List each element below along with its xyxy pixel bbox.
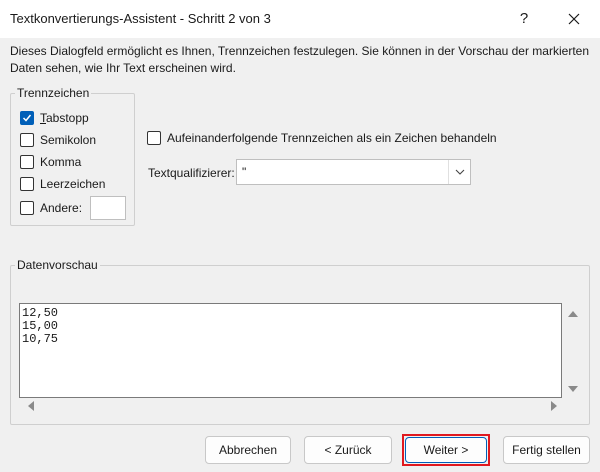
checkbox-leerzeichen[interactable]: Leerzeichen xyxy=(20,175,105,193)
checkbox-label: Leerzeichen xyxy=(40,177,106,191)
checkbox-tabstopp[interactable]: Tabstopp xyxy=(20,109,89,127)
back-button[interactable]: < Zurück xyxy=(304,436,392,464)
scroll-right-arrow-icon[interactable] xyxy=(548,400,560,412)
text-qualifier-label: Textqualifizierer: xyxy=(148,166,235,180)
checkbox-box xyxy=(20,155,34,169)
preview-line: 10,75 xyxy=(22,332,59,346)
chevron-down-icon[interactable] xyxy=(448,160,470,184)
checkbox-box xyxy=(20,133,34,147)
window-title: Textkonvertierungs-Assistent - Schritt 2… xyxy=(10,11,271,26)
scroll-left-arrow-icon[interactable] xyxy=(24,400,36,412)
checkbox-komma[interactable]: Komma xyxy=(20,153,81,171)
text-qualifier-value: " xyxy=(242,165,247,179)
checkbox-label: Semikolon xyxy=(40,133,97,147)
dialog-description: Dieses Dialogfeld ermöglicht es Ihnen, T… xyxy=(10,44,589,75)
checkbox-label: Komma xyxy=(40,155,82,169)
text-qualifier-select[interactable]: " xyxy=(236,159,471,185)
help-button[interactable]: ? xyxy=(508,4,540,34)
delimiters-group-label: Trennzeichen xyxy=(15,86,92,100)
data-preview-group-label: Datenvorschau xyxy=(15,258,100,272)
checkbox-andere[interactable]: Andere: xyxy=(20,199,82,217)
check-icon xyxy=(22,114,32,122)
title-bar: Textkonvertierungs-Assistent - Schritt 2… xyxy=(0,0,600,38)
data-preview[interactable]: 12,50 15,00 10,75 xyxy=(19,303,562,398)
close-icon xyxy=(568,13,580,25)
other-delimiter-input[interactable] xyxy=(90,196,126,220)
finish-button[interactable]: Fertig stellen xyxy=(503,436,590,464)
checkbox-box xyxy=(20,177,34,191)
checkbox-box xyxy=(20,201,34,215)
scroll-up-arrow-icon[interactable] xyxy=(567,307,579,319)
tabstopp-label-rest: abstopp xyxy=(46,111,89,125)
checkbox-consecutive-delimiters[interactable]: Aufeinanderfolgende Trennzeichen als ein… xyxy=(147,129,497,147)
checkbox-semikolon[interactable]: Semikolon xyxy=(20,131,96,149)
checkbox-label: Tabstopp xyxy=(40,111,89,125)
checkbox-box xyxy=(20,111,34,125)
preview-line: 15,00 xyxy=(22,319,59,333)
next-button-highlight xyxy=(402,434,490,466)
scroll-down-arrow-icon[interactable] xyxy=(567,383,579,395)
cancel-button[interactable]: Abbrechen xyxy=(205,436,291,464)
checkbox-label: Andere: xyxy=(40,201,83,215)
checkbox-box xyxy=(147,131,161,145)
close-button[interactable] xyxy=(556,4,592,34)
preview-line: 12,50 xyxy=(22,306,59,320)
checkbox-label: Aufeinanderfolgende Trennzeichen als ein… xyxy=(167,131,497,145)
